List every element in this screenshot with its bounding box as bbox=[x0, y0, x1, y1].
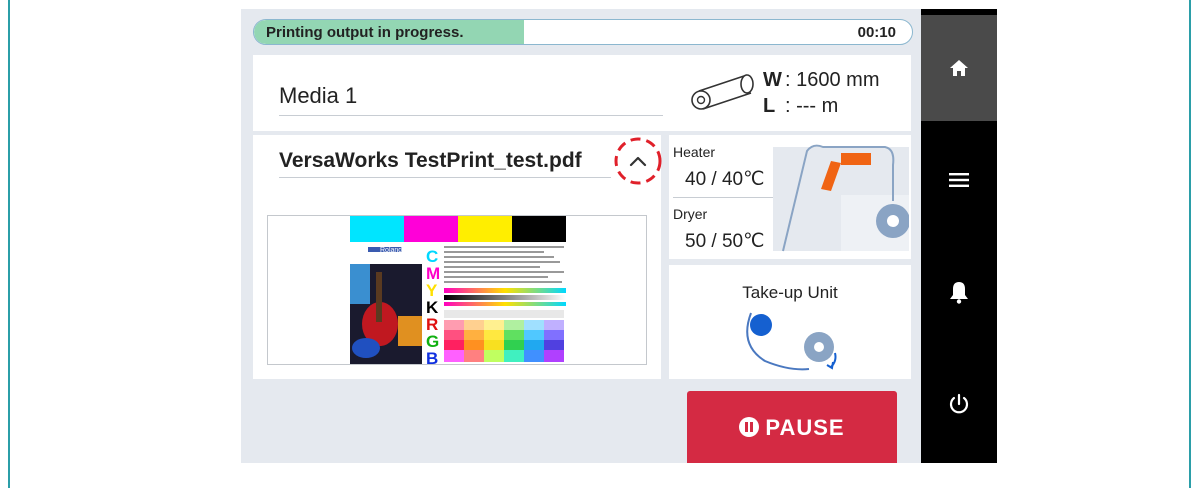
printer-panel-screen: Printing output in progress. 00:10 Media… bbox=[241, 9, 997, 463]
chevron-up-icon bbox=[629, 156, 647, 167]
takeup-unit-icon bbox=[746, 312, 837, 371]
sidebar-nav bbox=[921, 9, 997, 463]
frame-border-right bbox=[1189, 0, 1191, 488]
takeup-label: Take-up Unit bbox=[742, 283, 838, 302]
media-name-underline bbox=[279, 115, 663, 116]
print-preview-thumbnail: Roland C M Y K R G B bbox=[267, 215, 647, 365]
pause-icon bbox=[739, 417, 760, 437]
bell-icon bbox=[950, 282, 968, 304]
status-time: 00:10 bbox=[857, 24, 896, 41]
media-dimensions: W: 1600 mm L : --- m bbox=[763, 67, 879, 119]
menu-icon bbox=[949, 173, 969, 187]
media-roll-icon bbox=[691, 74, 754, 110]
home-button[interactable] bbox=[921, 15, 997, 121]
heater-panel[interactable]: Heater 40 / 40℃ Dryer 50 / 50℃ bbox=[669, 135, 911, 259]
power-button[interactable] bbox=[921, 351, 997, 457]
width-value: : 1600 mm bbox=[785, 69, 880, 91]
takeup-unit-panel[interactable]: Take-up Unit bbox=[669, 265, 911, 379]
preview-letter-b: B bbox=[426, 349, 438, 365]
collapse-chevron-button[interactable] bbox=[611, 135, 665, 187]
dryer-value: 50 / 50℃ bbox=[685, 231, 765, 252]
length-value: : --- m bbox=[785, 95, 839, 117]
status-message: Printing output in progress. bbox=[266, 24, 464, 41]
notifications-button[interactable] bbox=[921, 239, 997, 345]
media-panel[interactable]: Media 1 W: 1600 mm L : --- m bbox=[253, 55, 911, 131]
printer-heater-diagram-icon bbox=[773, 144, 909, 252]
media-name: Media 1 bbox=[279, 83, 358, 108]
file-name-underline bbox=[279, 177, 611, 178]
file-name: VersaWorks TestPrint_test.pdf bbox=[279, 149, 582, 172]
length-key: L bbox=[763, 95, 776, 117]
preview-brand-text: Roland bbox=[380, 247, 402, 254]
width-key: W bbox=[763, 69, 782, 91]
print-job-panel: VersaWorks TestPrint_test.pdf Roland C M… bbox=[253, 135, 662, 379]
test-print-image: Roland C M Y K R G B bbox=[350, 216, 566, 365]
power-icon bbox=[949, 393, 969, 414]
status-bar: Printing output in progress. 00:10 bbox=[253, 19, 913, 45]
menu-button[interactable] bbox=[921, 127, 997, 233]
heater-divider bbox=[673, 197, 777, 198]
heater-value: 40 / 40℃ bbox=[685, 169, 765, 190]
frame-border-left bbox=[8, 0, 10, 488]
pause-button[interactable]: PAUSE bbox=[687, 391, 897, 463]
home-icon bbox=[950, 60, 968, 76]
heater-label: Heater bbox=[673, 144, 716, 160]
pause-label: PAUSE bbox=[765, 415, 845, 440]
dryer-label: Dryer bbox=[673, 206, 708, 222]
